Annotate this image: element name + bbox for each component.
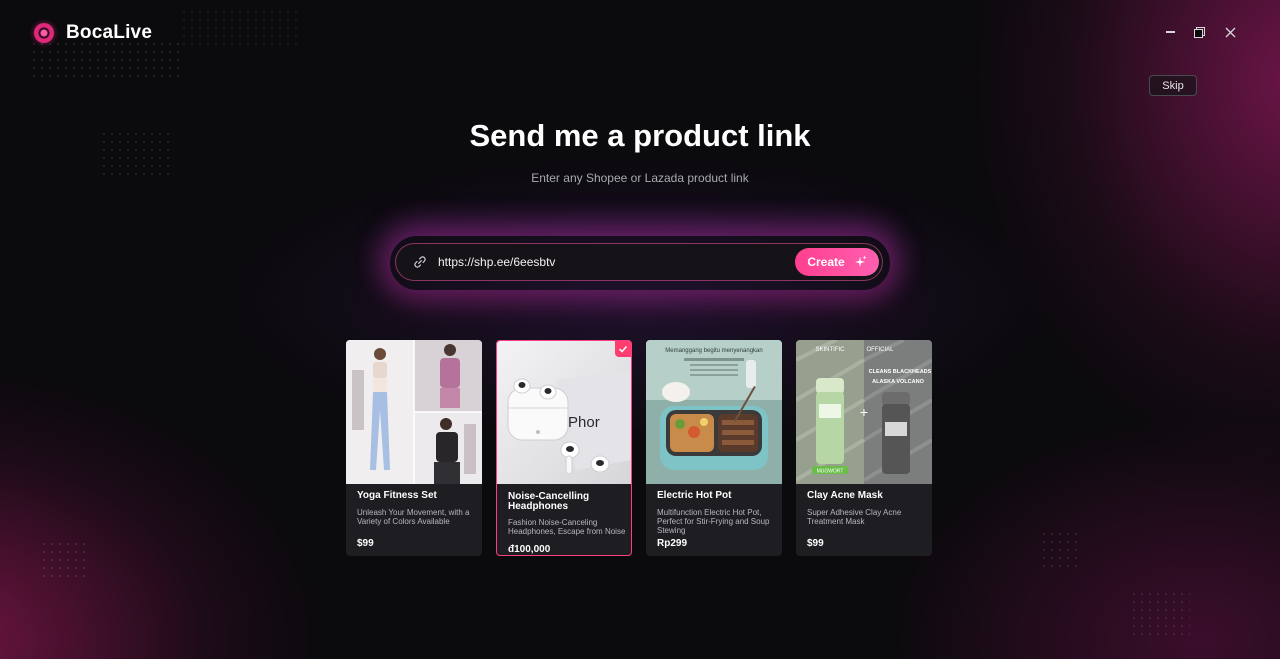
- product-link-input[interactable]: [438, 252, 778, 272]
- product-card-electric-hot-pot[interactable]: Memanggang begitu menyenangkan Electric …: [646, 340, 782, 556]
- selected-check-icon: [615, 341, 631, 357]
- product-image-text: SKINTIFIC: [815, 347, 845, 353]
- product-card-noise-cancelling-headphones[interactable]: Phor Noise-Cancelling Headphones Fashion…: [496, 340, 632, 556]
- svg-text:+: +: [860, 404, 868, 420]
- minimize-button[interactable]: [1160, 22, 1180, 42]
- product-title: Electric Hot Pot: [657, 490, 732, 501]
- product-price: $99: [357, 538, 374, 549]
- product-description: Fashion Noise-Canceling Headphones, Esca…: [508, 518, 626, 536]
- title-bar: BocaLive: [0, 0, 1280, 64]
- dot-pattern: [1040, 530, 1080, 570]
- app-name: BocaLive: [66, 22, 153, 43]
- product-title: Noise-Cancelling Headphones: [508, 491, 590, 512]
- create-button[interactable]: Create: [795, 248, 879, 276]
- product-image-text: ALASKA VOLCANO: [872, 379, 924, 385]
- page-subtitle: Enter any Shopee or Lazada product link: [531, 171, 749, 185]
- dot-pattern: [1130, 590, 1190, 640]
- product-image-text: Memanggang begitu menyenangkan: [665, 348, 762, 354]
- sparkle-icon: [854, 255, 867, 267]
- page-title: Send me a product link: [469, 118, 811, 153]
- product-image: Phor: [497, 341, 631, 484]
- product-description: Unleash Your Movement, with a Variety of…: [357, 508, 470, 526]
- minimize-icon: [1166, 31, 1175, 32]
- link-icon: [414, 256, 426, 268]
- product-title: Clay Acne Mask: [807, 490, 883, 501]
- restore-icon: [1190, 22, 1210, 42]
- dot-pattern: [40, 540, 90, 580]
- product-image-text: Phor: [568, 414, 600, 431]
- close-icon: [1225, 27, 1235, 37]
- product-image-text: CLEANS BLACKHEADS: [869, 369, 932, 375]
- product-title: Yoga Fitness Set: [357, 490, 437, 501]
- bocalive-logo-icon: [34, 23, 54, 43]
- product-image: Memanggang begitu menyenangkan: [646, 340, 782, 484]
- restore-button[interactable]: [1190, 22, 1210, 42]
- brand: BocaLive: [34, 22, 152, 44]
- product-link-bar: Create: [395, 243, 883, 281]
- product-price: đ100,000: [508, 544, 551, 555]
- product-price: $99: [807, 538, 824, 549]
- product-image-text: OFFICIAL: [866, 347, 894, 353]
- app-window: BocaLive Skip Send me a product link Ent…: [0, 0, 1280, 659]
- product-image: SKINTIFIC OFFICIAL CLEANS BLACKHEADS ALA…: [796, 340, 932, 484]
- product-description: Multifunction Electric Hot Pot, Perfect …: [657, 508, 770, 535]
- skip-button[interactable]: Skip: [1149, 75, 1197, 96]
- product-price: Rp299: [657, 538, 688, 549]
- close-button[interactable]: [1220, 22, 1240, 42]
- product-card-yoga-fitness-set[interactable]: Yoga Fitness Set Unleash Your Movement, …: [346, 340, 482, 556]
- create-button-label: Create: [807, 255, 845, 269]
- product-image: [346, 340, 482, 484]
- product-image-text: MUGWORT: [817, 469, 844, 475]
- product-card-clay-acne-mask[interactable]: SKINTIFIC OFFICIAL CLEANS BLACKHEADS ALA…: [796, 340, 932, 556]
- product-description: Super Adhesive Clay Acne Treatment Mask: [807, 508, 902, 526]
